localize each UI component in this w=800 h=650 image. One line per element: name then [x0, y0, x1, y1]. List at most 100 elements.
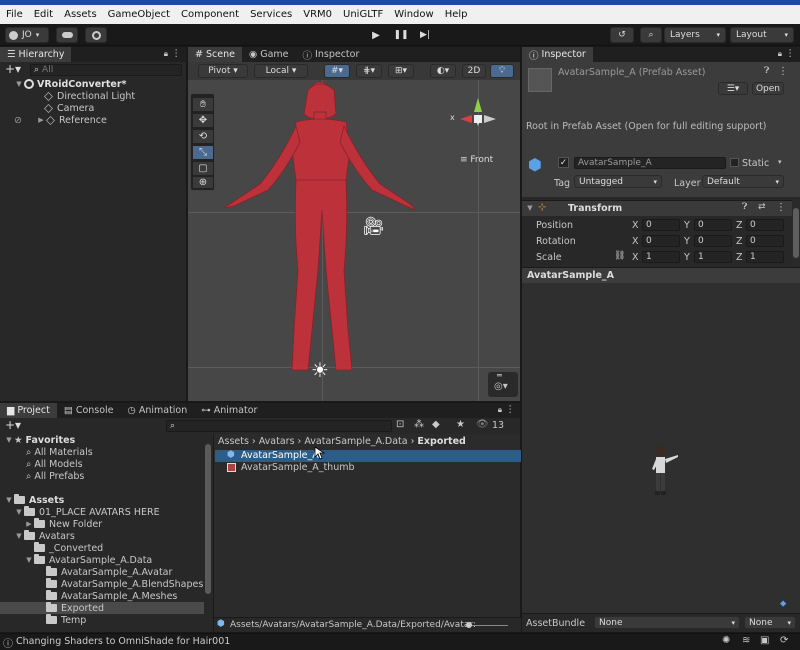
expand-arrow-icon[interactable]: ▼ [4, 436, 14, 444]
hierarchy-item-vroidconverter[interactable]: ▼ VRoidConverter* [14, 78, 126, 90]
hierarchy-search-input[interactable]: ⌕ All [30, 64, 182, 76]
hierarchy-item-reference[interactable]: ⊘ ▶ Reference [14, 114, 107, 126]
active-checkbox[interactable]: ✓ [558, 157, 569, 168]
menu-services[interactable]: Services [250, 9, 292, 20]
layers-dropdown[interactable]: Layers ▾ [664, 27, 726, 43]
file-item[interactable]: AvatarSample_A_thumb [215, 462, 521, 474]
tab-inspector-scene[interactable]: ⓘ Inspector [296, 47, 367, 62]
lock-icon[interactable]: 🔒︎ [498, 405, 502, 415]
position-z-field[interactable]: 0 [746, 219, 784, 231]
expand-arrow-icon[interactable]: ▼ [14, 80, 24, 88]
expand-arrow-icon[interactable]: ▼ [525, 204, 535, 212]
tab-console[interactable]: ▤ Console [57, 403, 121, 418]
breadcrumb-item[interactable]: Assets [218, 436, 249, 447]
kebab-menu-icon[interactable]: ⋮ [786, 48, 796, 59]
move-tool[interactable]: ✥ [192, 113, 214, 128]
tab-game[interactable]: ◉ Game [242, 47, 296, 62]
scale-tool[interactable]: ⤡ [192, 145, 214, 160]
menu-help[interactable]: Help [445, 9, 468, 20]
tree-item[interactable]: ▼ Avatars [14, 530, 75, 542]
menu-edit[interactable]: Edit [34, 9, 53, 20]
preview-header[interactable]: AvatarSample_A [522, 267, 800, 283]
local-dropdown[interactable]: Local ▾ [254, 64, 308, 78]
visibility-hidden-icon[interactable]: ⊘ [14, 115, 24, 126]
favorite-item[interactable]: ⌕ All Models [26, 458, 83, 470]
tree-item[interactable]: ▼ AvatarSample_A.Data [24, 554, 152, 566]
search-button[interactable]: ⌕ [640, 27, 662, 43]
tree-item-selected[interactable]: Exported [46, 602, 104, 614]
tree-item[interactable]: ▶ New Folder [24, 518, 102, 530]
account-dropdown[interactable]: JO ▾ [5, 27, 49, 43]
tree-item-assets[interactable]: ▼ Assets [4, 494, 64, 506]
menu-unigltf[interactable]: UniGLTF [343, 9, 383, 20]
collab-button[interactable] [85, 27, 107, 43]
tab-inspector[interactable]: ⓘ Inspector [522, 47, 593, 62]
expand-arrow-icon[interactable]: ▼ [14, 532, 24, 540]
expand-arrow-icon[interactable]: ▼ [14, 508, 24, 516]
favorites-header[interactable]: ▼ ★ Favorites [4, 434, 75, 446]
file-item-selected[interactable]: ⬢ AvatarSample_A [215, 450, 521, 462]
tree-item[interactable]: ▼ 01_PLACE AVATARS HERE [14, 506, 160, 518]
search-scope-icon[interactable]: ⊡ [396, 419, 404, 430]
static-checkbox[interactable] [730, 158, 739, 167]
kebab-menu-icon[interactable]: ⋮ [172, 48, 182, 59]
layer-dropdown[interactable]: Default ▾ [702, 175, 784, 188]
tab-animator[interactable]: ⊶ Animator [194, 403, 264, 418]
collapse-arrow-icon[interactable]: ▶ [36, 116, 46, 124]
menu-vrm0[interactable]: VRM0 [303, 9, 332, 20]
assetbundle-dropdown[interactable]: None ▾ [594, 616, 740, 629]
overlay-menu[interactable]: ═ ◎▾ [488, 371, 518, 397]
menu-component[interactable]: Component [181, 9, 239, 20]
camera-icon[interactable]: 🎥︎ [362, 216, 385, 237]
2d-toggle[interactable]: 2D [462, 64, 486, 78]
lighting-toggle[interactable]: 💡︎ [490, 64, 514, 78]
pivot-dropdown[interactable]: Pivot ▾ [198, 64, 248, 78]
tab-scene[interactable]: # Scene [188, 47, 242, 62]
cache-server-icon[interactable]: ≋ [742, 635, 750, 646]
tab-hierarchy[interactable]: ☰ Hierarchy [0, 47, 72, 62]
tab-project[interactable]: ▆ Project [0, 403, 57, 418]
breadcrumb-item[interactable]: AvatarSample_A.Data [304, 436, 407, 447]
object-name-field[interactable]: AvatarSample_A [574, 157, 726, 169]
add-icon[interactable]: +▾ [5, 62, 21, 76]
shading-mode-dropdown[interactable]: ◐▾ [430, 64, 456, 78]
settings-icon[interactable]: ⋮ [778, 66, 788, 77]
favorite-item[interactable]: ⌕ All Materials [26, 446, 93, 458]
list-dropdown[interactable]: ☰▾ [718, 82, 748, 95]
tree-scrollbar[interactable] [205, 444, 211, 594]
history-button[interactable]: ↺ [610, 27, 634, 43]
project-search-input[interactable]: ⌕ [166, 420, 392, 432]
lock-icon[interactable]: 🔒︎ [778, 49, 782, 59]
orientation-gizmo[interactable] [450, 90, 500, 145]
tree-item[interactable]: AvatarSample_A.BlendShapes [46, 578, 203, 590]
progress-icon[interactable]: ▣ [760, 635, 769, 646]
snap-toggle[interactable]: ⋕▾ [356, 64, 382, 78]
collapse-arrow-icon[interactable]: ▶ [24, 520, 34, 528]
menu-file[interactable]: File [6, 9, 23, 20]
open-button[interactable]: Open [752, 82, 784, 95]
assetbundle-variant-dropdown[interactable]: None ▾ [744, 616, 796, 629]
preview-area[interactable]: ⬥ [522, 283, 800, 613]
tab-animation[interactable]: ◷ Animation [121, 403, 195, 418]
favorite-item[interactable]: ⌕ All Prefabs [26, 470, 84, 482]
menu-gameobject[interactable]: GameObject [108, 9, 170, 20]
transform-header[interactable]: ▼ ⊹ Transform ❓︎ ⇄ ⋮ [522, 200, 792, 216]
rotation-z-field[interactable]: 0 [746, 235, 784, 247]
link-icon[interactable]: ⛓︎ [614, 251, 625, 261]
zoom-slider[interactable] [468, 625, 508, 626]
kebab-menu-icon[interactable]: ⋮ [776, 202, 786, 213]
tree-item[interactable]: _Converted [34, 542, 103, 554]
help-icon[interactable]: ❓︎ [764, 66, 769, 76]
tag-icon[interactable]: ⬥ [780, 599, 786, 609]
menu-assets[interactable]: Assets [64, 9, 97, 20]
increment-snap-toggle[interactable]: ⊞▾ [388, 64, 414, 78]
add-icon[interactable]: +▾ [5, 418, 21, 432]
save-search-icon[interactable]: ★ [456, 419, 465, 430]
scrollbar-thumb[interactable] [793, 208, 799, 258]
position-y-field[interactable]: 0 [694, 219, 732, 231]
pause-button[interactable]: ❚❚ [390, 27, 412, 43]
expand-arrow-icon[interactable]: ▼ [4, 496, 14, 504]
filter-label-icon[interactable]: ◆ [432, 419, 440, 430]
breadcrumb-item[interactable]: Avatars [259, 436, 295, 447]
filter-type-icon[interactable]: ⁂ [414, 419, 424, 430]
